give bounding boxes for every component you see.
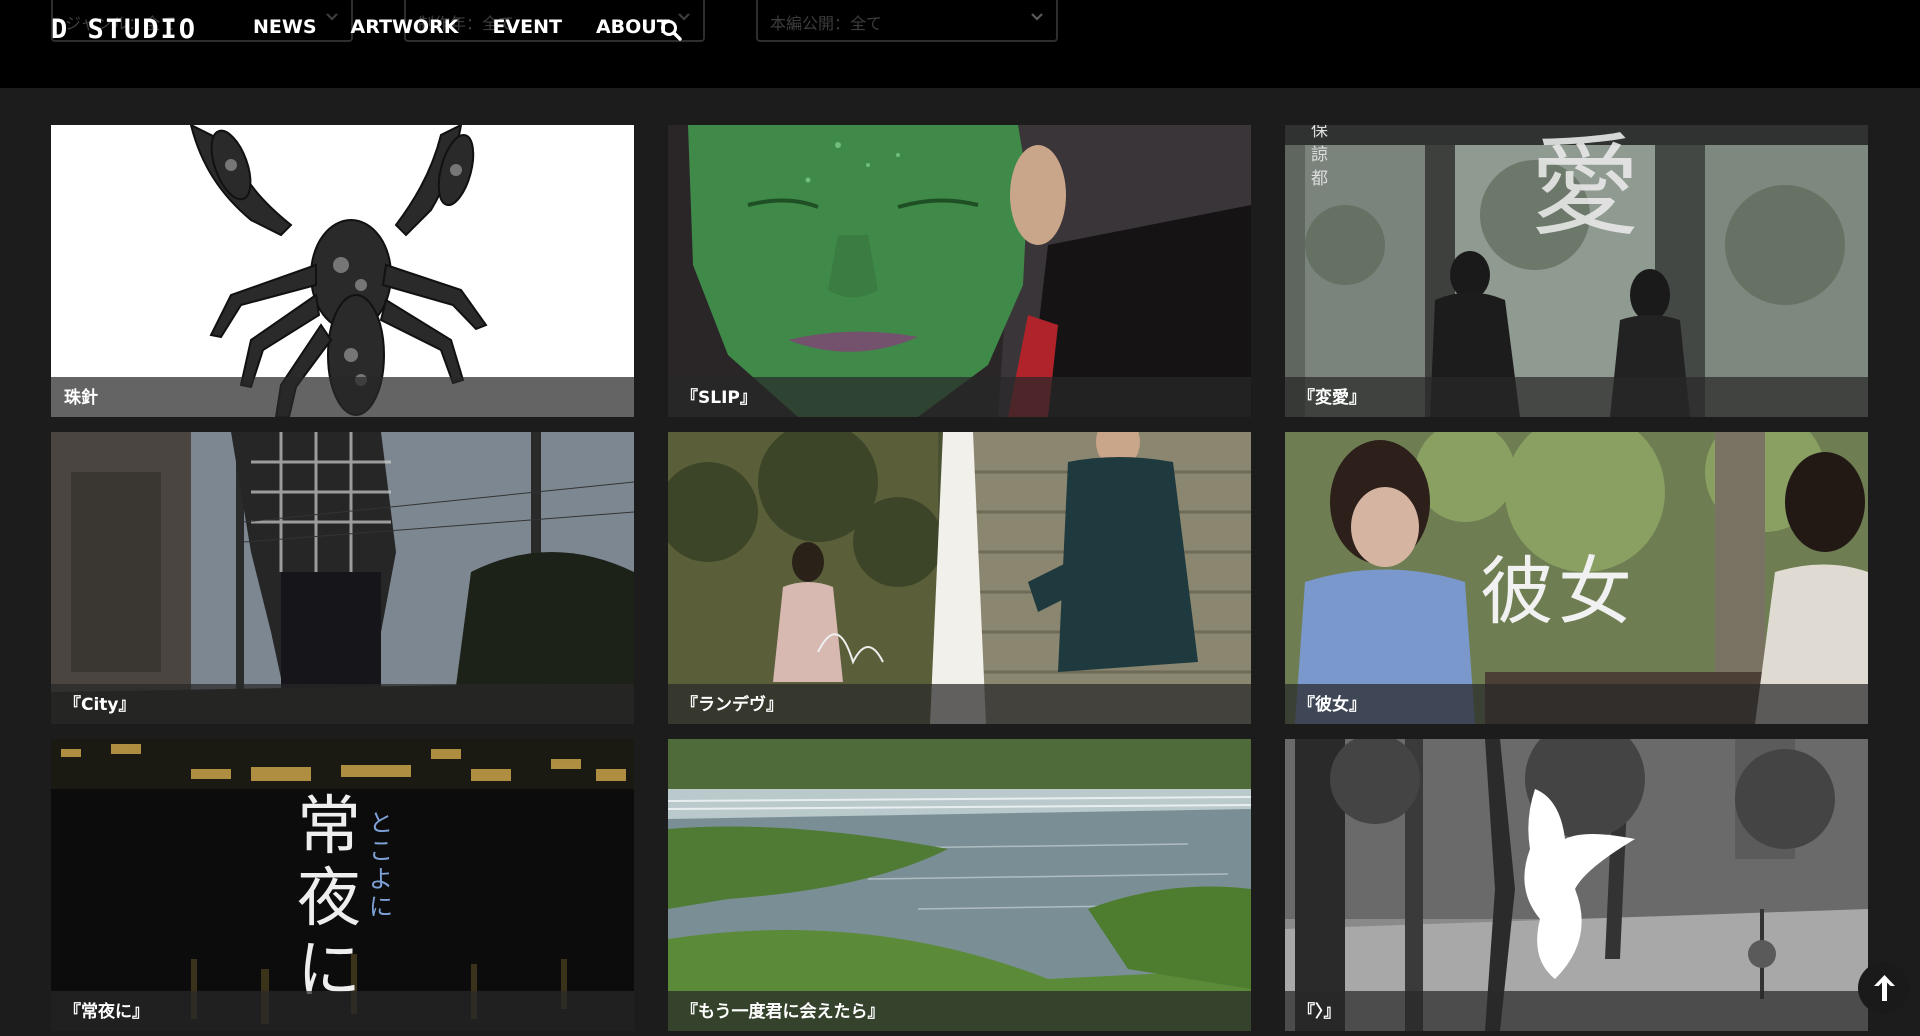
work-title: 珠針 — [64, 388, 98, 408]
work-title: 『常夜に』 — [64, 1002, 149, 1022]
cast-credit: 保 諒 都 — [1311, 125, 1328, 189]
work-card[interactable]: 『もう一度君に会えたら』 — [668, 739, 1251, 1031]
work-title: 『変愛』 — [1298, 388, 1366, 408]
title-overlay-kana: とこよに — [369, 809, 393, 921]
work-title: 『City』 — [64, 695, 136, 715]
release-filter-label: 本編公開：全て — [770, 14, 883, 33]
work-card[interactable]: 彼女 『彼女』 — [1285, 432, 1868, 724]
nav-news[interactable]: NEWS — [253, 16, 317, 38]
title-overlay: 愛 — [1530, 125, 1640, 251]
title-overlay: 彼女 — [1480, 549, 1636, 635]
work-thumbnail — [1285, 739, 1868, 1031]
work-thumbnail: 彼女 — [1285, 432, 1868, 724]
main-nav: NEWS ARTWORK EVENT ABOUT — [253, 16, 704, 38]
work-thumbnail: 常夜に とこよに — [51, 739, 634, 1031]
work-card[interactable]: 常夜に とこよに 『常夜に』 — [51, 739, 634, 1031]
caption-bar — [1285, 991, 1868, 1031]
caption-bar — [1285, 377, 1868, 417]
release-filter-select[interactable]: 本編公開：全て — [756, 0, 1058, 42]
work-title: 『SLIP』 — [681, 388, 757, 408]
work-thumbnail — [668, 739, 1251, 1031]
caption-bar — [51, 684, 634, 724]
work-thumbnail: 愛 保 諒 都 — [1285, 125, 1868, 417]
work-card[interactable]: 愛 保 諒 都 『変愛』 — [1285, 125, 1868, 417]
work-thumbnail — [668, 432, 1251, 724]
work-card[interactable]: 『〉』 — [1285, 739, 1868, 1031]
search-icon[interactable] — [660, 19, 682, 41]
work-title: 『〉』 — [1298, 1002, 1341, 1022]
nav-artwork[interactable]: ARTWORK — [351, 16, 459, 38]
work-title: 『もう一度君に会えたら』 — [681, 1002, 885, 1022]
work-title: 『彼女』 — [1298, 695, 1366, 715]
work-thumbnail — [668, 125, 1251, 417]
work-card[interactable]: 『City』 — [51, 432, 634, 724]
work-card[interactable]: 珠針 — [51, 125, 634, 417]
title-overlay: 常夜に — [297, 790, 361, 1008]
nav-about[interactable]: ABOUT — [596, 16, 670, 38]
nav-event[interactable]: EVENT — [492, 16, 562, 38]
back-to-top-button[interactable] — [1858, 962, 1910, 1014]
site-header: ジャンル：全て 制作年：全て 本編公開：全て D STUDIO NEWS ART… — [0, 0, 1920, 88]
work-thumbnail — [51, 432, 634, 724]
caption-bar — [1285, 684, 1868, 724]
work-card[interactable]: 『ランデヴ』 — [668, 432, 1251, 724]
arrow-up-icon — [1874, 975, 1895, 1001]
site-logo[interactable]: D STUDIO — [51, 14, 197, 45]
caption-bar — [51, 377, 634, 417]
work-title: 『ランデヴ』 — [681, 695, 783, 715]
chevron-down-icon — [1031, 13, 1043, 21]
work-card[interactable]: 『SLIP』 — [668, 125, 1251, 417]
work-thumbnail — [51, 125, 634, 417]
